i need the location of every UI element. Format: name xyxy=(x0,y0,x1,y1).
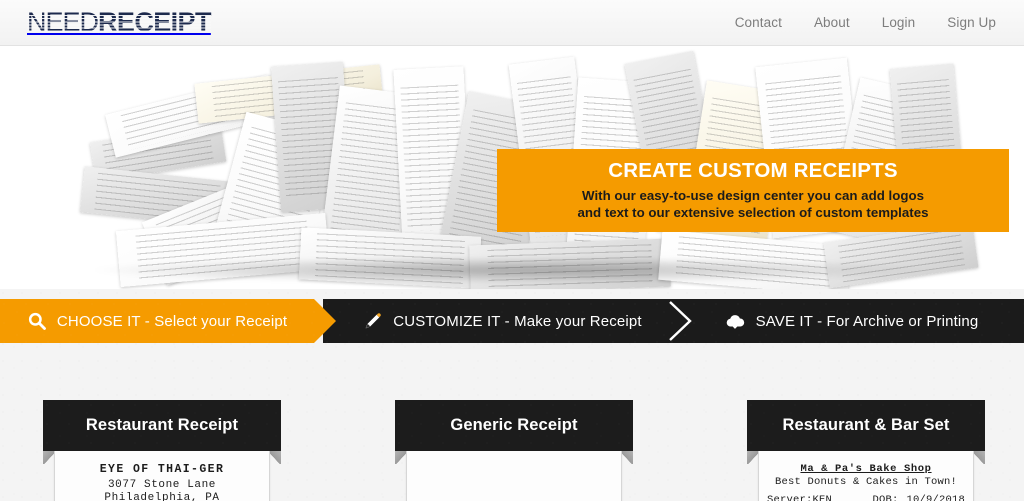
receipt-dob-label: DOB: xyxy=(872,494,899,501)
receipt-server-row: Server:KEN DOB: 10/9/2018 xyxy=(767,494,965,501)
step-choose-it-label: CHOOSE IT - Select your Receipt xyxy=(56,312,288,330)
hero-callout-subtitle-line2: and text to our extensive selection of c… xyxy=(577,204,929,220)
receipt-dob-value: 10/9/2018 xyxy=(906,494,965,501)
hero-pile-shadow xyxy=(95,257,934,283)
step-choose-it[interactable]: CHOOSE IT - Select your Receipt xyxy=(0,299,336,343)
step-save-it[interactable]: SAVE IT - For Archive or Printing xyxy=(668,299,1024,343)
card-title: Generic Receipt xyxy=(450,416,578,434)
card-banner[interactable]: Restaurant Receipt xyxy=(43,400,281,451)
hero-callout-subtitle-line1: With our easy-to-use design center you c… xyxy=(582,187,924,203)
receipt-preview xyxy=(406,451,622,501)
ribbon-tail-right xyxy=(269,451,281,464)
nav-link-login[interactable]: Login xyxy=(882,15,916,30)
receipt-preview: Ma & Pa's Bake Shop Best Donuts & Cakes … xyxy=(758,451,974,501)
card-banner[interactable]: Restaurant & Bar Set xyxy=(747,400,985,451)
receipt-tagline: Best Donuts & Cakes in Town! xyxy=(774,476,958,489)
template-cards: Restaurant Receipt EYE OF THAI-GER 3077 … xyxy=(0,343,1024,501)
logo-text-receipt: RECEIPT xyxy=(98,7,211,37)
step-save-it-label: SAVE IT - For Archive or Printing xyxy=(755,312,979,330)
receipt-shop-name: Ma & Pa's Bake Shop xyxy=(800,463,932,475)
hero-callout-title: CREATE CUSTOM RECEIPTS xyxy=(608,159,898,182)
pencil-icon xyxy=(363,311,383,331)
receipt-server: Server:KEN xyxy=(767,494,833,501)
template-card-generic-receipt[interactable]: Generic Receipt xyxy=(395,400,633,501)
nav-link-contact[interactable]: Contact xyxy=(735,15,782,30)
search-icon xyxy=(27,311,47,331)
card-title: Restaurant Receipt xyxy=(85,416,239,434)
card-title: Restaurant & Bar Set xyxy=(782,416,950,434)
template-card-restaurant-receipt[interactable]: Restaurant Receipt EYE OF THAI-GER 3077 … xyxy=(43,400,281,501)
ribbon-tail-right xyxy=(621,451,633,464)
step-customize-it-label: CUSTOMIZE IT - Make your Receipt xyxy=(393,312,642,330)
site-header: NEED RECEIPT Contact About Login Sign Up xyxy=(0,0,1024,46)
template-card-restaurant-bar-set[interactable]: Restaurant & Bar Set Ma & Pa's Bake Shop… xyxy=(747,400,985,501)
site-logo[interactable]: NEED RECEIPT xyxy=(27,9,211,36)
nav-link-about[interactable]: About xyxy=(814,15,850,30)
cloud-download-icon xyxy=(724,311,746,331)
receipt-address-line2: Philadelphia, PA xyxy=(104,492,220,501)
process-steps-bar: CHOOSE IT - Select your Receipt CUSTOMIZ… xyxy=(0,299,1024,343)
receipt-preview: EYE OF THAI-GER 3077 Stone Lane Philadel… xyxy=(54,451,270,501)
receipt-blank-area xyxy=(415,463,613,497)
step-customize-it[interactable]: CUSTOMIZE IT - Make your Receipt xyxy=(323,299,668,343)
ribbon-tail-right xyxy=(973,451,985,464)
receipt-business-name: EYE OF THAI-GER xyxy=(99,463,225,476)
hero-callout-subtitle: With our easy-to-use design center you c… xyxy=(497,187,1009,221)
logo-text-need: NEED xyxy=(27,7,99,37)
main-navigation: Contact About Login Sign Up xyxy=(735,15,996,30)
hero-banner: CREATE CUSTOM RECEIPTS With our easy-to-… xyxy=(0,46,1024,289)
nav-link-signup[interactable]: Sign Up xyxy=(947,15,996,30)
hero-callout: CREATE CUSTOM RECEIPTS With our easy-to-… xyxy=(497,149,1009,232)
receipt-address-line1: 3077 Stone Lane xyxy=(107,479,217,491)
card-banner[interactable]: Generic Receipt xyxy=(395,400,633,451)
